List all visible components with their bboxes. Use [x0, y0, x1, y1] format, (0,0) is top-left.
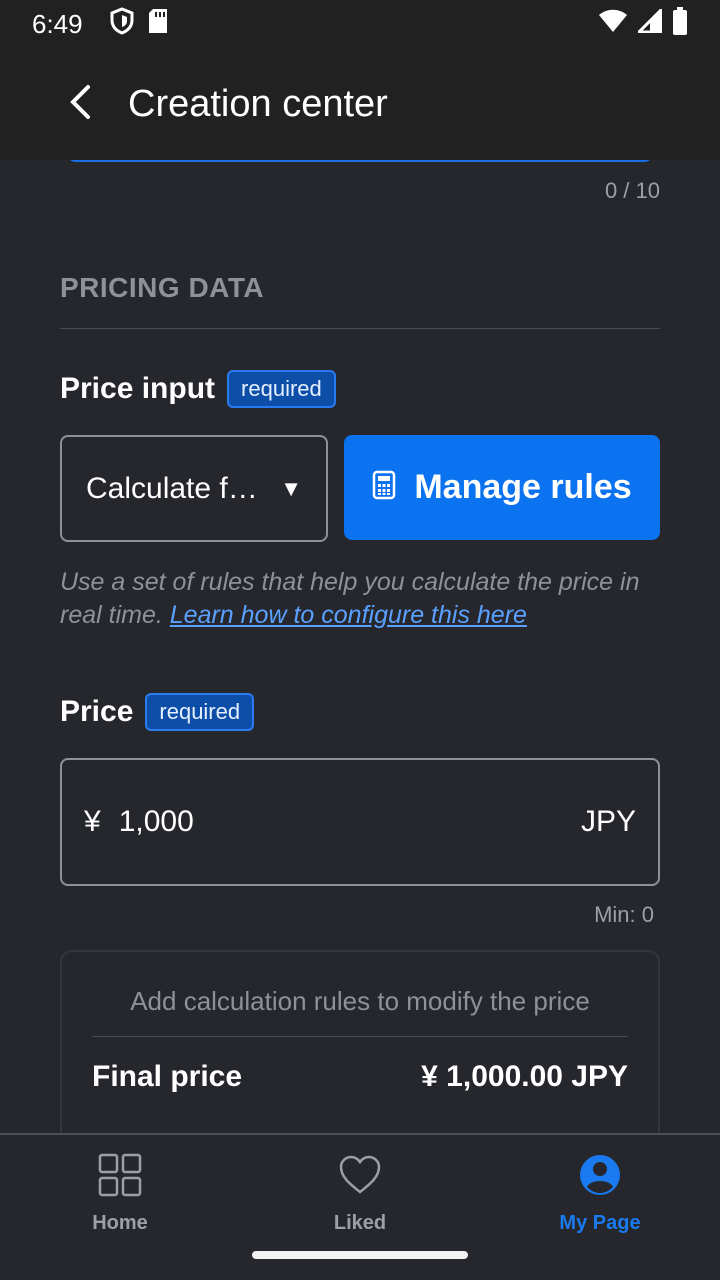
manage-rules-button[interactable]: Manage rules [344, 435, 660, 540]
final-price-value: ¥ 1,000.00 JPY [421, 1060, 628, 1093]
cell-signal-icon [635, 5, 663, 40]
nav-item-my-page[interactable]: My Page [480, 1135, 720, 1280]
app-bar: Creation center [0, 48, 720, 160]
shield-icon [109, 6, 135, 42]
price-input-dropdown[interactable]: Calculate f… ▼ [60, 435, 328, 542]
configure-help-link[interactable]: Learn how to configure this here [170, 601, 527, 629]
nav-label: My Page [559, 1212, 641, 1234]
nav-label: Liked [333, 1212, 387, 1234]
status-bar: 6:49 [0, 0, 720, 48]
price-value: 1,000 [118, 805, 194, 838]
currency-symbol: ¥ [84, 805, 101, 838]
sd-card-icon [147, 8, 169, 41]
status-left: 6:49 [32, 6, 169, 42]
section-divider [60, 328, 660, 329]
final-price-label: Final price [92, 1060, 243, 1093]
battery-icon [672, 6, 688, 42]
user-circle-icon [578, 1153, 622, 1202]
price-label: Price [60, 695, 134, 728]
price-input-label-row: Price input required [60, 370, 336, 408]
helper-text-block: Use a set of rules that help you calcula… [60, 566, 670, 632]
required-badge: required [227, 370, 336, 408]
home-indicator[interactable] [252, 1251, 468, 1259]
grid-icon [98, 1153, 142, 1202]
dropdown-value: Calculate f… [86, 471, 258, 505]
heart-icon [338, 1153, 382, 1202]
page-title: Creation center [128, 82, 388, 125]
back-button[interactable] [50, 74, 110, 134]
price-field[interactable]: ¥ 1,000 JPY [60, 758, 660, 886]
required-badge: required [145, 693, 255, 731]
calculation-rules-hint: Add calculation rules to modify the pric… [130, 986, 590, 1016]
price-input-label: Price input [60, 372, 216, 405]
status-right [598, 5, 688, 42]
dropdown-arrow-icon: ▼ [280, 475, 302, 501]
card-divider [92, 1036, 628, 1037]
calculator-icon [372, 470, 396, 505]
price-label-row: Price required [60, 693, 255, 731]
min-value-hint: Min: 0 [594, 902, 654, 927]
character-counter: 0 / 10 [604, 178, 660, 203]
chevron-left-icon [68, 84, 92, 125]
nav-label: Home [92, 1212, 148, 1234]
status-time: 6:49 [32, 8, 83, 39]
manage-rules-label: Manage rules [414, 468, 632, 506]
previous-field-edge [66, 160, 654, 162]
currency-code: JPY [580, 805, 636, 838]
wifi-icon [598, 9, 628, 40]
section-title: PRICING DATA [60, 272, 265, 303]
scroll-content[interactable]: 0 / 10 PRICING DATA Price input required… [0, 160, 720, 1134]
price-summary-card: Add calculation rules to modify the pric… [60, 950, 660, 1134]
nav-item-home[interactable]: Home [0, 1135, 240, 1280]
